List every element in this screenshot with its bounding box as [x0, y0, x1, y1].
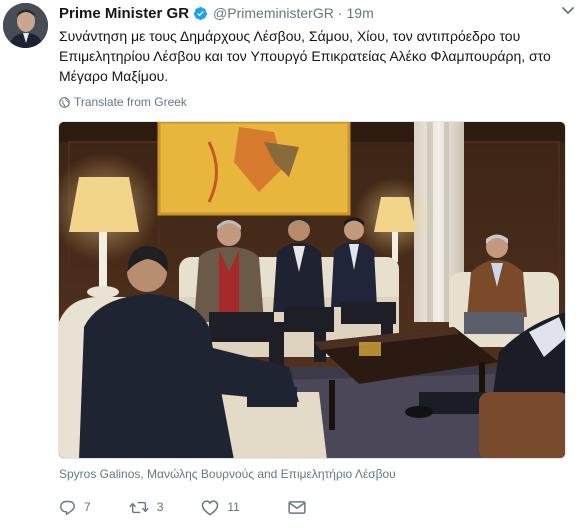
chevron-down-icon[interactable]	[560, 2, 576, 18]
like-button[interactable]: 11	[201, 499, 240, 516]
photo-tags[interactable]: Spyros Galinos, Μανώλης Βουρνούς and Επι…	[59, 467, 396, 481]
direct-message-button[interactable]	[288, 500, 306, 515]
tweet-timestamp[interactable]: 19m	[347, 5, 374, 21]
reply-icon	[60, 500, 75, 515]
translate-link[interactable]: Translate from Greek	[59, 95, 187, 109]
tweet-header: Prime Minister GR @PrimeministerGR · 19m	[59, 3, 572, 23]
tweet-card: Prime Minister GR @PrimeministerGR · 19m…	[0, 0, 582, 531]
separator-dot: ·	[337, 5, 343, 21]
meeting-photo-image	[59, 122, 565, 458]
retweet-button[interactable]: 3	[129, 499, 164, 516]
tweet-text: Συνάντηση με τους Δημάρχους Λέσβου, Σάμο…	[59, 28, 551, 84]
tweet-photo[interactable]	[58, 121, 566, 459]
author-name[interactable]: Prime Minister GR	[59, 5, 189, 22]
reply-button[interactable]: 7	[59, 499, 91, 516]
globe-icon	[59, 96, 70, 108]
retweet-count: 3	[156, 500, 164, 514]
like-count: 11	[227, 500, 240, 514]
envelope-icon	[288, 500, 306, 514]
translate-label[interactable]: Translate from Greek	[74, 95, 187, 109]
tweet-actions: 7 3 11	[59, 495, 344, 519]
verified-badge-icon	[193, 6, 208, 21]
retweet-icon	[129, 501, 149, 513]
reply-count: 7	[84, 500, 91, 514]
heart-icon	[202, 499, 219, 515]
author-avatar[interactable]	[3, 3, 48, 48]
author-handle[interactable]: @PrimeministerGR	[213, 5, 334, 21]
